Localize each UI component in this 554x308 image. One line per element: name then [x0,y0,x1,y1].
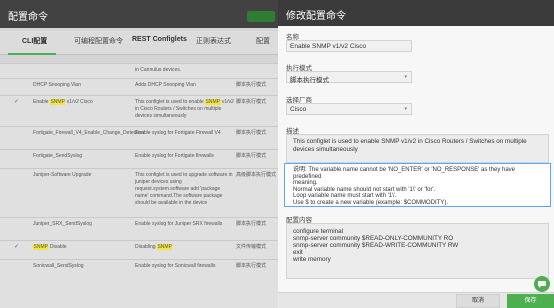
tab-programmable[interactable]: 可编程配置命令 [74,36,123,46]
check-icon[interactable]: ✓ [14,244,19,251]
table-row[interactable]: Sonicwall_SendSyslog Enable syslog for S… [0,259,280,279]
variable-help-note: 说明: The variable name cannot be 'NO_ENTE… [284,163,551,207]
configlet-list: in Cannulus devices. DHCP Snooping Vlan … [0,63,280,308]
table-row[interactable]: Juniper_SRX_SendSyslog Enable syslog for… [0,217,280,239]
mode-select[interactable]: 脚本执行模式 ▾ [286,71,412,84]
background-action-button[interactable] [247,11,275,22]
config-content-field[interactable]: configure terminal snmp-server community… [286,223,549,279]
tab-config[interactable]: 配置 [256,36,270,46]
table-row[interactable]: in Cannulus devices. [0,63,280,77]
check-icon[interactable]: ✓ [14,99,19,106]
drawer-title: 修改配置命令 [286,11,346,22]
drawer-header: 修改配置命令 [278,0,554,26]
tab-cli-config[interactable]: CLI配置 [22,36,47,46]
table-row[interactable]: ✓ SNMP Disable Disabling SNMP 文件传输模式 [0,240,280,258]
tab-rest-configlets[interactable]: REST Configlets [132,36,187,43]
table-row[interactable]: DHCP Snooping Vlan Adds DHCP Snooping Vl… [0,78,280,94]
table-row[interactable]: Juniper-Software Upgrade This configlet … [0,168,280,216]
table-row[interactable]: ✓ Enable SNMP v1/v2 Cisco This configlet… [0,95,280,125]
caret-down-icon: ▾ [404,106,407,112]
edit-configlet-drawer: 修改配置命令 名称 Enable SNMP v1/v2 Cisco 执行模式 脚… [278,0,554,308]
name-field[interactable]: Enable SNMP v1/v2 Cisco [286,40,412,52]
tab-regex[interactable]: 正则表达式 [196,36,231,46]
chat-bubble-icon[interactable] [534,276,550,292]
save-button[interactable]: 保存 [507,294,554,308]
background-title: 配置命令 [8,12,48,23]
cancel-button[interactable]: 取消 [456,294,500,308]
caret-down-icon: ▾ [404,74,407,80]
description-field[interactable]: This configlet is used to enable SNMP v1… [286,134,549,163]
vendor-select[interactable]: Cisco ▾ [286,103,412,115]
table-row[interactable]: Fortigate_Firewall_V4_Enable_Change_Dete… [0,126,280,148]
active-tab-indicator [8,53,56,55]
table-row[interactable]: Fortigate_SendSyslog Enable syslog for F… [0,149,280,167]
